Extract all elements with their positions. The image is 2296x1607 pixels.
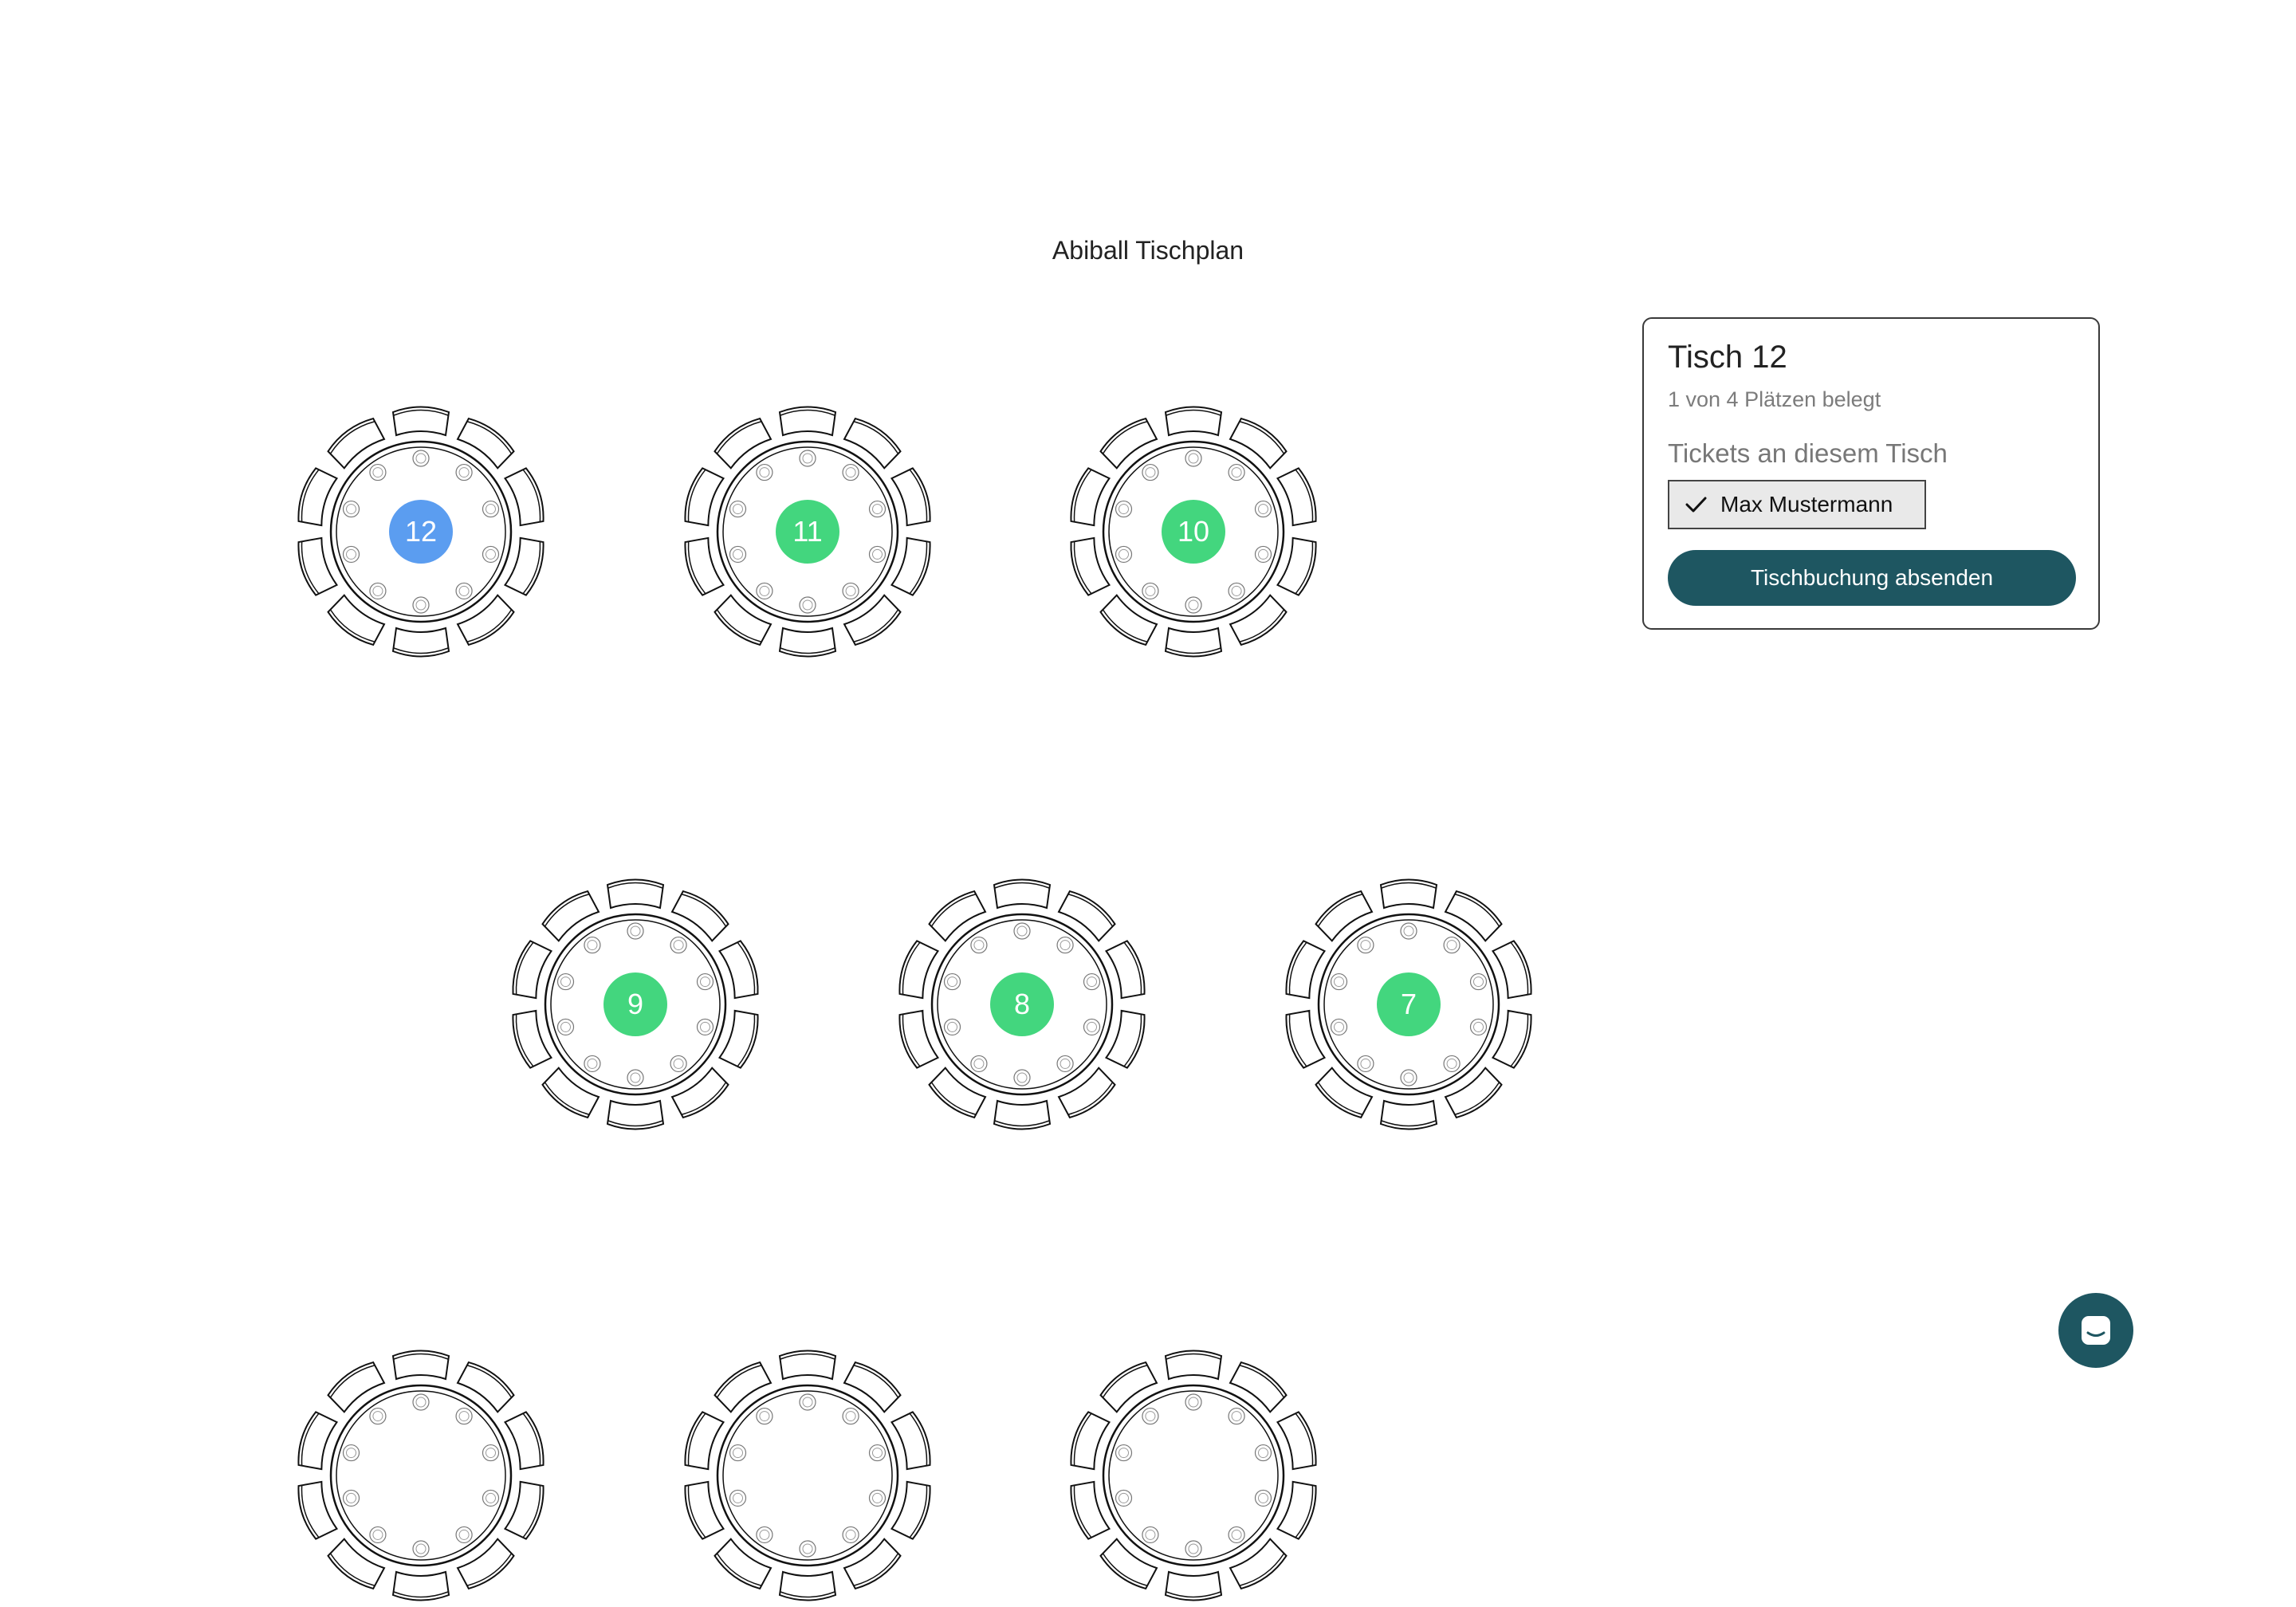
chair: [778, 627, 837, 658]
chair: [606, 878, 665, 910]
table-number-badge: 11: [776, 500, 839, 564]
chair: [391, 406, 450, 437]
panel-title: Tisch 12: [1668, 340, 1787, 375]
check-icon: [1685, 497, 1707, 513]
chat-launcher-button[interactable]: [2058, 1293, 2133, 1368]
chair: [606, 1099, 665, 1130]
table-partial-2[interactable]: [676, 1344, 939, 1607]
occupancy-text: 1 von 4 Plätzen belegt: [1668, 387, 1881, 411]
chair: [1379, 878, 1438, 910]
table-partial-1[interactable]: [289, 1344, 552, 1607]
tickets-heading: Tickets an diesem Tisch: [1668, 438, 1948, 468]
ticket-chip[interactable]: Max Mustermann: [1668, 480, 1926, 529]
chair: [1379, 1099, 1438, 1130]
chair: [778, 1570, 837, 1601]
page-title: Abiball Tischplan: [1052, 236, 1244, 265]
table-number-badge: 7: [1377, 972, 1441, 1036]
table-partial-3[interactable]: [1062, 1344, 1325, 1607]
chair: [1164, 1350, 1223, 1381]
round-table-drawing: [1070, 1350, 1317, 1601]
table-12[interactable]: 12: [289, 400, 552, 663]
chair: [1164, 1570, 1223, 1601]
chair: [778, 1350, 837, 1381]
round-table-drawing: [297, 1350, 545, 1601]
chair: [391, 1350, 450, 1381]
table-number-badge: 10: [1162, 500, 1225, 564]
chat-icon: [2082, 1316, 2110, 1345]
chair: [1164, 627, 1223, 658]
ticket-name: Max Mustermann: [1720, 492, 1893, 517]
chair: [1164, 406, 1223, 437]
chair: [993, 1099, 1052, 1130]
table-number-badge: 12: [389, 500, 453, 564]
submit-booking-button[interactable]: Tischbuchung absenden: [1668, 550, 2076, 606]
table-number-badge: 9: [603, 972, 667, 1036]
chair: [993, 878, 1052, 910]
table-10[interactable]: 10: [1062, 400, 1325, 663]
table-9[interactable]: 9: [504, 873, 767, 1136]
table-11[interactable]: 11: [676, 400, 939, 663]
round-table-drawing: [684, 1350, 931, 1601]
table-7[interactable]: 7: [1277, 873, 1540, 1136]
table-detail-panel: Tisch 12 1 von 4 Plätzen belegt Tickets …: [1642, 317, 2100, 630]
table-8[interactable]: 8: [890, 873, 1154, 1136]
chair: [391, 1570, 450, 1601]
chair: [391, 627, 450, 658]
chair: [778, 406, 837, 437]
table-number-badge: 8: [990, 972, 1054, 1036]
